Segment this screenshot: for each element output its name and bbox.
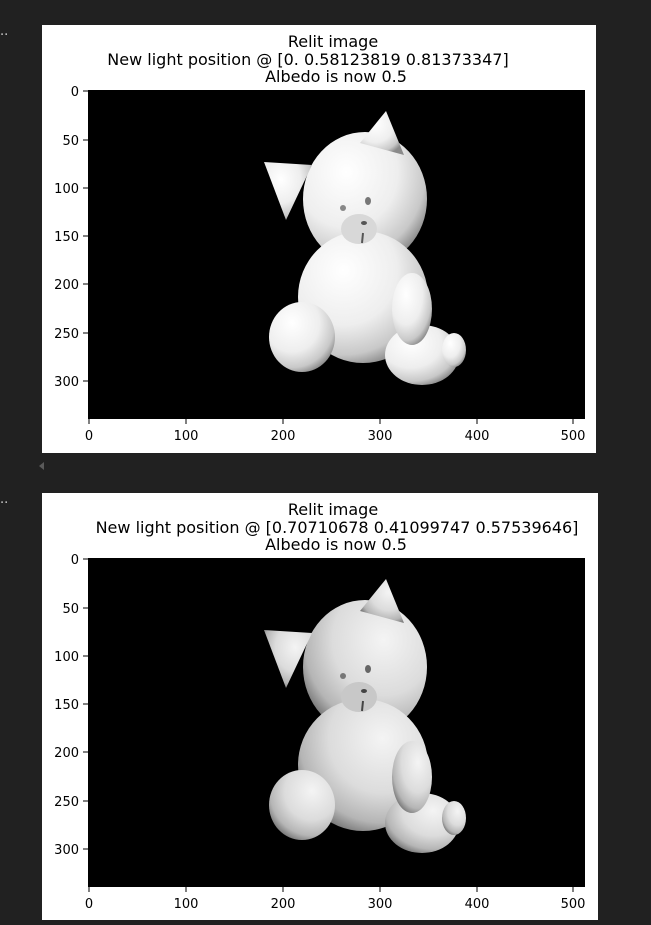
y-tick-label: 250 — [54, 327, 79, 342]
collapse-output-arrow-icon[interactable] — [39, 462, 44, 470]
x-axis — [88, 419, 574, 424]
y-tick-label: 50 — [62, 134, 79, 149]
y-tick-label: 100 — [54, 650, 79, 665]
x-tick-label: 200 — [271, 897, 296, 912]
figure-plot-2: Relit image New light position @ [0.7071… — [54, 500, 586, 912]
figure-title-line-1: Relit image — [288, 500, 378, 519]
x-tick-label: 500 — [561, 897, 586, 912]
x-tick-label: 200 — [271, 429, 296, 444]
y-tick-label: 0 — [71, 553, 79, 568]
y-axis — [83, 558, 88, 850]
y-tick-label: 200 — [54, 746, 79, 761]
x-tick-label: 400 — [465, 429, 490, 444]
y-tick-label: 300 — [54, 843, 79, 858]
y-tick-label: 150 — [54, 698, 79, 713]
y-tick-label: 100 — [54, 182, 79, 197]
figure-title-line-1: Relit image — [288, 32, 378, 51]
output-figure-2: Relit image New light position @ [0.7071… — [42, 493, 598, 920]
x-axis — [88, 887, 574, 892]
y-tick-label: 0 — [71, 85, 79, 100]
x-tick-label: 100 — [174, 897, 199, 912]
x-tick-label: 300 — [368, 429, 393, 444]
figure-plot-1: Relit image New light position @ [0. 0.5… — [54, 32, 586, 444]
x-tick-label: 500 — [561, 429, 586, 444]
figure-title-line-3: Albedo is now 0.5 — [265, 67, 407, 86]
y-tick-label: 50 — [62, 602, 79, 617]
y-tick-label: 200 — [54, 278, 79, 293]
figure-title-line-3: Albedo is now 0.5 — [265, 535, 407, 554]
output-figure-1: Relit image New light position @ [0. 0.5… — [42, 25, 596, 453]
x-tick-label: 400 — [465, 897, 490, 912]
y-tick-label: 150 — [54, 230, 79, 245]
x-tick-label: 0 — [85, 897, 93, 912]
y-tick-label: 300 — [54, 375, 79, 390]
x-tick-label: 100 — [174, 429, 199, 444]
x-tick-label: 0 — [85, 429, 93, 444]
x-tick-label: 300 — [368, 897, 393, 912]
output-prompt-indicator[interactable]: .. — [0, 25, 8, 38]
y-axis — [83, 90, 88, 382]
output-prompt-indicator[interactable]: .. — [0, 493, 8, 506]
y-tick-label: 250 — [54, 795, 79, 810]
